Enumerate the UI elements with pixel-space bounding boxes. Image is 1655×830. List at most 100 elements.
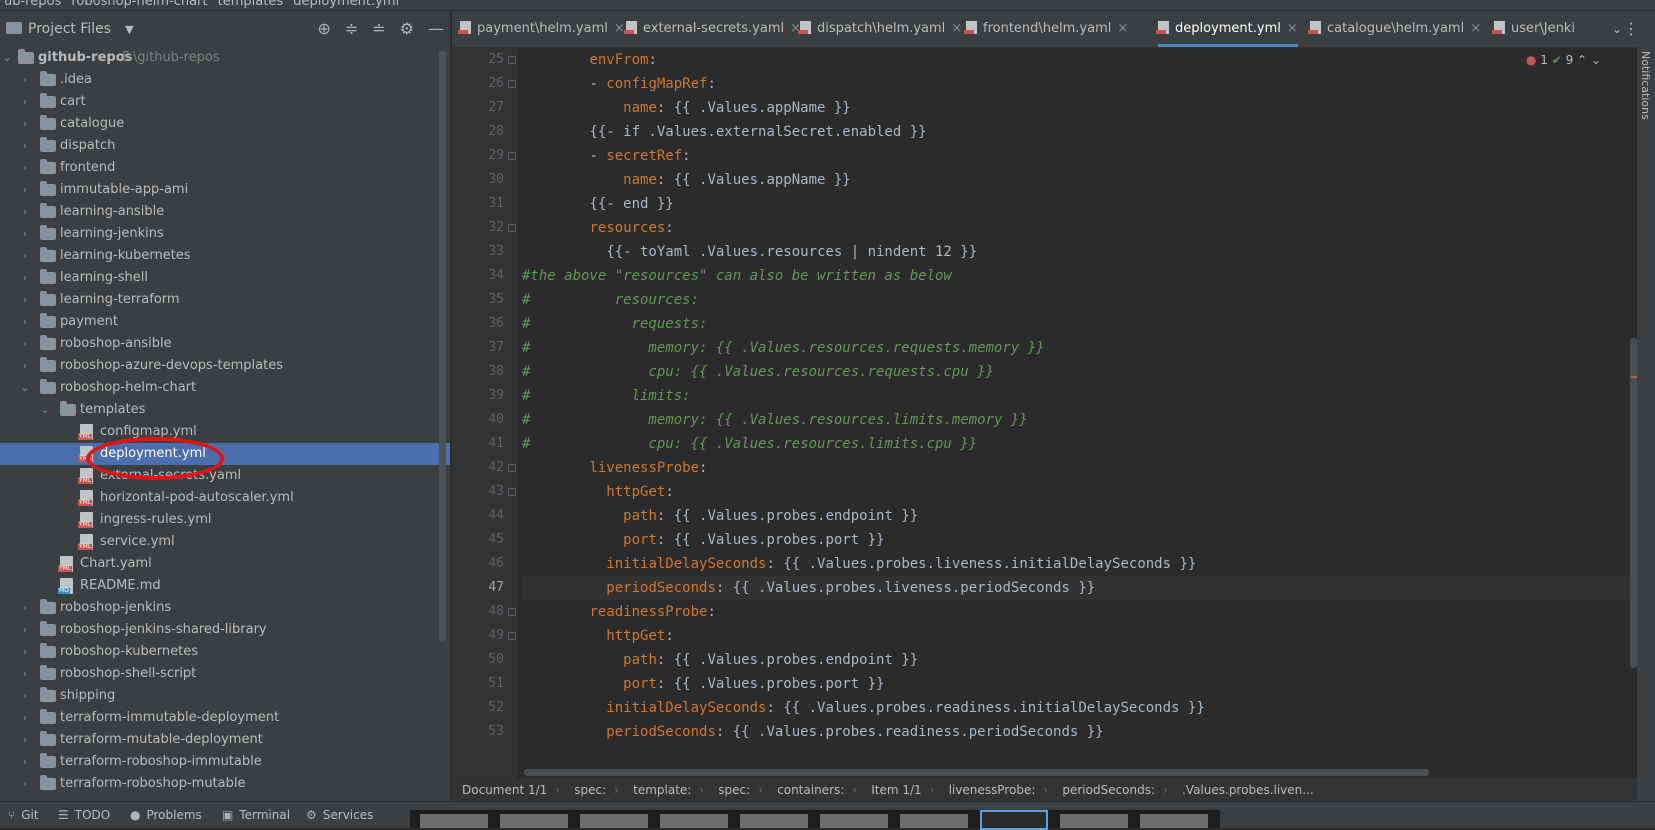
close-icon[interactable]: × xyxy=(1470,21,1481,36)
breadcrumb-value[interactable]: .Values.probes.liven... xyxy=(1182,779,1314,802)
fold-marker-icon[interactable] xyxy=(508,632,516,640)
close-icon[interactable]: × xyxy=(951,21,962,36)
editor-vertical-scrollbar[interactable] xyxy=(1630,338,1637,668)
fold-marker-icon[interactable] xyxy=(508,464,516,472)
chevron-down-icon[interactable]: ⌄ xyxy=(2,47,12,69)
breadcrumb-spec-inner[interactable]: spec: xyxy=(718,779,750,802)
window-thumbnail[interactable] xyxy=(420,814,488,828)
chevron-right-icon[interactable]: › xyxy=(20,289,30,311)
tree-item-service[interactable]: service.yml xyxy=(0,531,450,553)
tree-item-readme[interactable]: README.md xyxy=(0,575,450,597)
tree-item-immutable-app-ami[interactable]: › immutable-app-ami xyxy=(0,179,450,201)
tree-item-idea[interactable]: › .idea xyxy=(0,69,450,91)
editor-horizontal-scrollbar[interactable] xyxy=(524,769,1429,776)
window-thumbnail[interactable] xyxy=(820,814,888,828)
tree-item-payment[interactable]: › payment xyxy=(0,311,450,333)
chevron-right-icon[interactable]: › xyxy=(20,91,30,113)
window-thumbnail[interactable] xyxy=(660,814,728,828)
chevron-right-icon[interactable]: › xyxy=(20,685,30,707)
tree-item-ingress-rules[interactable]: ingress-rules.yml xyxy=(0,509,450,531)
chevron-right-icon[interactable]: › xyxy=(20,223,30,245)
window-thumbnail[interactable] xyxy=(900,814,968,828)
tree-item-terraform-roboshop-immutable[interactable]: › terraform-roboshop-immutable xyxy=(0,751,450,773)
chevron-right-icon[interactable]: › xyxy=(20,729,30,751)
tree-item-roboshop-ansible[interactable]: › roboshop-ansible xyxy=(0,333,450,355)
nav-crumb-file[interactable]: deployment.yml xyxy=(293,0,399,9)
tool-todo[interactable]: ☰ TODO xyxy=(58,802,110,828)
window-thumbnail[interactable] xyxy=(1140,814,1208,828)
tree-item-chart-yaml[interactable]: Chart.yaml xyxy=(0,553,450,575)
code-editor[interactable]: 25 26 27 28 29 30 31 32 33 34 35 36 37 3… xyxy=(452,48,1637,778)
chevron-right-icon[interactable]: › xyxy=(20,641,30,663)
gear-icon[interactable]: ⚙ xyxy=(400,19,414,38)
chevron-right-icon[interactable]: › xyxy=(20,773,30,795)
window-thumbnail-active[interactable] xyxy=(980,810,1048,830)
tree-item-learning-terraform[interactable]: › learning-terraform xyxy=(0,289,450,311)
window-thumbnail[interactable] xyxy=(740,814,808,828)
tool-services[interactable]: ⚙ Services xyxy=(306,802,373,828)
breadcrumb-liveness-probe[interactable]: livenessProbe: xyxy=(949,779,1036,802)
chevron-right-icon[interactable]: › xyxy=(20,113,30,135)
chevron-right-icon[interactable]: › xyxy=(20,267,30,289)
tab-frontend-helm[interactable]: frontend\helm.yaml × xyxy=(964,11,1128,47)
tree-item-catalogue[interactable]: › catalogue xyxy=(0,113,450,135)
tab-dispatch-helm[interactable]: dispatch\helm.yaml × xyxy=(798,11,962,47)
tree-item-roboshop-jenkins[interactable]: › roboshop-jenkins xyxy=(0,597,450,619)
tool-problems[interactable]: ● Problems xyxy=(130,802,202,828)
tree-item-roboshop-kubernetes[interactable]: › roboshop-kubernetes xyxy=(0,641,450,663)
chevron-right-icon[interactable]: › xyxy=(20,201,30,223)
tool-terminal[interactable]: ▣ Terminal xyxy=(222,802,290,828)
breadcrumb-containers[interactable]: containers: xyxy=(777,779,844,802)
notifications-tab[interactable]: Notifications xyxy=(1639,51,1652,120)
chevron-right-icon[interactable]: › xyxy=(20,597,30,619)
window-thumbnail[interactable] xyxy=(1060,814,1128,828)
breadcrumb-spec[interactable]: spec: xyxy=(574,779,606,802)
tree-item-terraform-immutable-deployment[interactable]: › terraform-immutable-deployment xyxy=(0,707,450,729)
chevron-down-icon[interactable]: ⌄ xyxy=(20,377,30,399)
tree-item-cart[interactable]: › cart xyxy=(0,91,450,113)
tab-user-jenkins[interactable]: user\Jenki xyxy=(1492,11,1575,47)
tree-item-roboshop-helm-chart[interactable]: ⌄ roboshop-helm-chart xyxy=(0,377,450,399)
tab-catalogue-helm[interactable]: catalogue\helm.yaml × xyxy=(1308,11,1481,47)
tree-item-deployment[interactable]: deployment.yml xyxy=(0,443,450,465)
tree-item-learning-jenkins[interactable]: › learning-jenkins xyxy=(0,223,450,245)
chevron-down-icon[interactable]: ⌄ xyxy=(1591,53,1601,67)
project-panel-title[interactable]: Project Files xyxy=(28,21,111,37)
tree-item-roboshop-jenkins-shared-library[interactable]: › roboshop-jenkins-shared-library xyxy=(0,619,450,641)
collapse-all-icon[interactable]: ≐ xyxy=(372,19,385,38)
chevron-right-icon[interactable]: › xyxy=(20,245,30,267)
nav-crumb-folder[interactable]: templates xyxy=(218,0,283,9)
nav-crumb-root[interactable]: ub-repos xyxy=(4,0,61,9)
tree-item-horizontal-pod-autoscaler[interactable]: horizontal-pod-autoscaler.yml xyxy=(0,487,450,509)
close-icon[interactable]: × xyxy=(1287,21,1298,36)
chevron-right-icon[interactable]: › xyxy=(20,135,30,157)
chevron-right-icon[interactable]: › xyxy=(20,69,30,91)
tab-external-secrets[interactable]: external-secrets.yaml × xyxy=(624,11,801,47)
window-thumbnail[interactable] xyxy=(500,814,568,828)
chevron-right-icon[interactable]: › xyxy=(20,619,30,641)
tree-item-terraform-roboshop-mutable[interactable]: › terraform-roboshop-mutable xyxy=(0,773,450,795)
fold-marker-icon[interactable] xyxy=(508,56,516,64)
fold-marker-icon[interactable] xyxy=(508,80,516,88)
tree-root[interactable]: ⌄ github-repos F:\github-repos xyxy=(0,47,450,69)
nav-crumb-project[interactable]: roboshop-helm-chart xyxy=(71,0,207,9)
minimize-icon[interactable]: — xyxy=(428,19,444,38)
chevron-right-icon[interactable]: › xyxy=(20,179,30,201)
window-thumbnail[interactable] xyxy=(580,814,648,828)
tree-item-terraform-mutable-deployment[interactable]: › terraform-mutable-deployment xyxy=(0,729,450,751)
chevron-right-icon[interactable]: › xyxy=(20,355,30,377)
breadcrumb-period-seconds[interactable]: periodSeconds: xyxy=(1062,779,1155,802)
chevron-up-icon[interactable]: ⌃ xyxy=(1577,53,1587,67)
breadcrumb-item[interactable]: Item 1/1 xyxy=(871,779,921,802)
tree-item-dispatch[interactable]: › dispatch xyxy=(0,135,450,157)
tree-item-roboshop-azure-devops-templates[interactable]: › roboshop-azure-devops-templates xyxy=(0,355,450,377)
tree-item-frontend[interactable]: › frontend xyxy=(0,157,450,179)
expand-all-icon[interactable]: ≑ xyxy=(345,19,358,38)
project-scrollbar[interactable] xyxy=(439,51,446,641)
inspection-widget[interactable]: ● 1 ✔ 9 ⌃ ⌄ xyxy=(1526,53,1601,67)
tab-deployment[interactable]: deployment.yml × xyxy=(1156,11,1298,47)
chevron-down-icon[interactable]: ⌄ xyxy=(40,399,50,421)
chevron-right-icon[interactable]: › xyxy=(20,707,30,729)
breadcrumb-document[interactable]: Document 1/1 xyxy=(462,779,547,802)
tree-item-templates[interactable]: ⌄ templates xyxy=(0,399,450,421)
